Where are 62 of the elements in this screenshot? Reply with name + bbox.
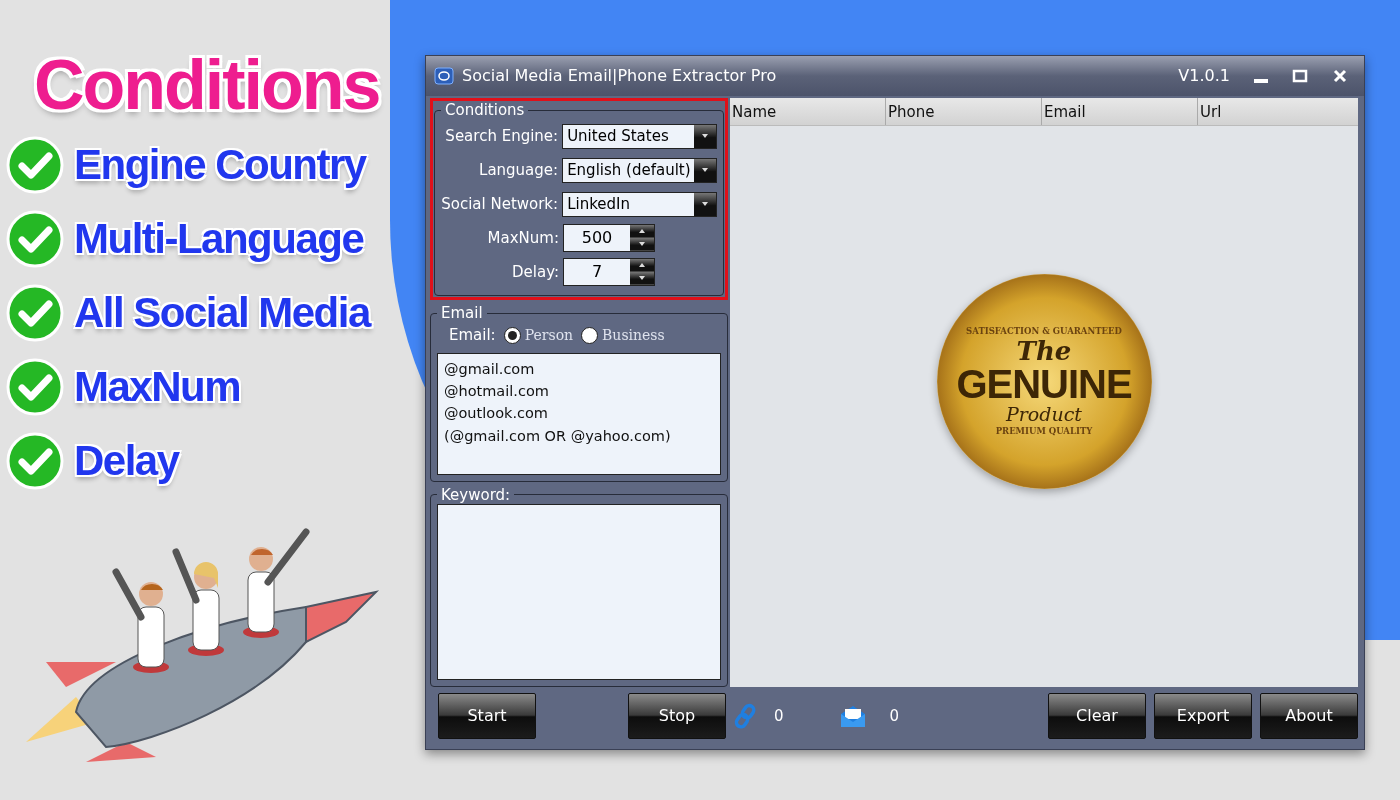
about-button[interactable]: About [1260,693,1358,739]
seal-text: SATISFACTION & GUARANTEED [966,325,1122,339]
group-title: Email [440,304,484,322]
link-icon [734,703,758,729]
column-header[interactable]: Name [730,98,886,125]
seal-text: GENUINE [956,364,1132,405]
seal-text: The [1016,338,1072,365]
feature-label: Delay [74,440,179,482]
export-button[interactable]: Export [1154,693,1252,739]
radio-option[interactable]: Person [503,324,574,346]
up-arrow-icon [639,263,645,267]
mail-count: 0 [889,705,900,727]
feature-label: Engine Country [74,144,366,186]
stop-button[interactable]: Stop [628,693,726,739]
radio-option[interactable]: Business [581,324,665,346]
check-icon [6,358,64,416]
dropdown[interactable]: English (default) [562,157,717,183]
field-label: MaxNum: [486,227,559,249]
seal-text: Product [1006,404,1082,425]
caret-icon [702,168,708,172]
number-spinner[interactable]: 500 [563,224,655,252]
down-arrow-icon [639,276,645,280]
group-title: Conditions [444,101,526,119]
check-icon [6,210,64,268]
down-arrow-icon [639,242,645,246]
feature-label: Multi-Language [74,218,364,260]
radio-icon[interactable] [503,326,521,344]
check-icon [6,284,64,342]
column-header[interactable]: Phone [886,98,1042,125]
version-label: V1.0.1 [1178,65,1230,87]
caret-icon [702,202,708,206]
email-label: Email: [449,325,496,346]
check-icon [6,432,64,490]
close-icon [1332,68,1348,85]
maximize-icon [1292,68,1308,85]
feature-label: MaxNum [74,366,241,408]
number-spinner[interactable]: 7 [563,258,655,286]
minimize-icon [1254,78,1268,83]
check-icon [6,136,64,194]
promo-headline: Conditions [34,50,380,120]
group-title: Keyword: [440,485,512,504]
column-header[interactable]: Url [1198,98,1358,125]
app-icon [434,67,454,85]
radio-icon[interactable] [581,326,599,344]
clear-button[interactable]: Clear [1048,693,1146,739]
keyword-field[interactable] [437,503,721,680]
start-button[interactable]: Start [438,693,536,739]
field-label: Language: [478,159,559,181]
feature-label: All Social Media [74,292,370,334]
envelope-icon [839,704,866,728]
dropdown[interactable]: United States [562,123,717,149]
field-label: Social Network: [441,193,559,215]
column-header[interactable]: Email [1042,98,1198,125]
up-arrow-icon [639,229,645,233]
caret-icon [702,134,708,138]
seal-text: PREMIUM QUALITY [995,424,1093,438]
field-label: Search Engine: [444,125,559,147]
link-count: 0 [774,705,784,727]
window-title: Social Media Email|Phone Extractor Pro [462,65,777,87]
field-label: Delay: [511,261,559,283]
email-domains-field[interactable]: @gmail.com @hotmail.com @outlook.com (@gmail.com OR @yahoo.com) [437,352,721,475]
dropdown[interactable]: LinkedIn [562,191,717,217]
